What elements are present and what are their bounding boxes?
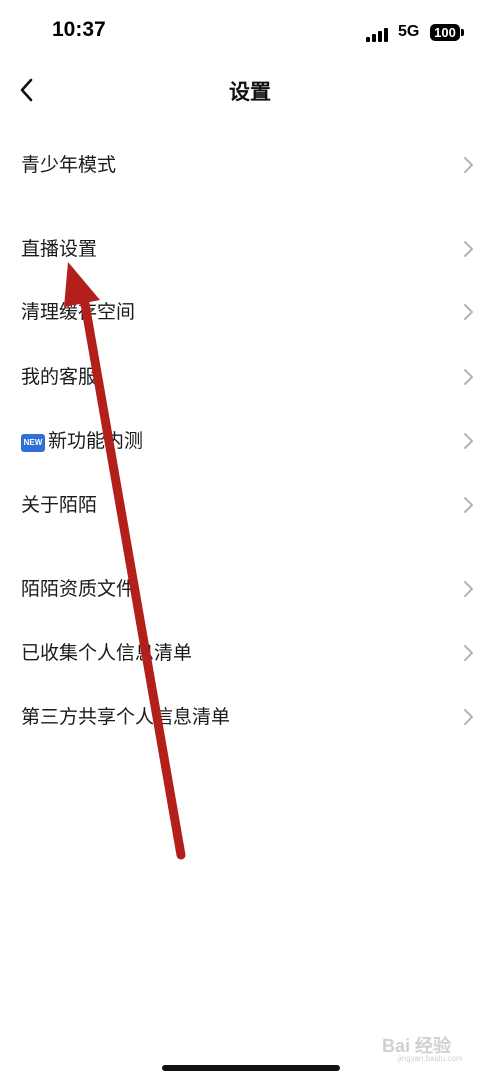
chevron-right-icon (464, 369, 473, 385)
settings-item-beta-features[interactable]: NEW 新功能内测 (0, 410, 500, 470)
settings-item-youth-mode[interactable]: 青少年模式 (0, 134, 500, 194)
settings-item-label: 已收集个人信息清单 (21, 642, 193, 664)
chevron-right-icon (464, 433, 473, 449)
settings-item-third-party-info[interactable]: 第三方共享个人信息清单 (0, 686, 500, 746)
settings-item-label: 我的客服 (21, 366, 98, 388)
settings-item-label: 第三方共享个人信息清单 (21, 706, 231, 728)
settings-item-label: 直播设置 (21, 238, 98, 260)
signal-icon (366, 26, 390, 42)
settings-item-label: 新功能内测 (48, 430, 144, 452)
chevron-right-icon (464, 709, 473, 725)
settings-item-qualification[interactable]: 陌陌资质文件 (0, 558, 500, 618)
watermark-url: jingyan.baidu.com (398, 1054, 463, 1063)
chevron-right-icon (464, 645, 473, 661)
settings-item-clear-cache[interactable]: 清理缓存空间 (0, 281, 500, 341)
network-type: 5G (398, 23, 420, 40)
settings-item-label: 青少年模式 (21, 154, 117, 176)
battery-icon: 100 (430, 24, 460, 41)
nav-bar: 设置 (0, 64, 500, 118)
settings-item-label: 陌陌资质文件 (21, 578, 136, 600)
status-bar: 10:37 5G 100 (0, 0, 500, 64)
chevron-right-icon (464, 304, 473, 320)
chevron-right-icon (464, 497, 473, 513)
settings-item-label: 清理缓存空间 (21, 301, 136, 323)
settings-item-label: 关于陌陌 (21, 494, 98, 516)
chevron-right-icon (464, 157, 473, 173)
settings-item-live-settings[interactable]: 直播设置 (0, 218, 500, 278)
chevron-right-icon (464, 241, 473, 257)
settings-item-about[interactable]: 关于陌陌 (0, 474, 500, 534)
battery-tip (461, 29, 464, 36)
settings-item-customer-service[interactable]: 我的客服 (0, 346, 500, 406)
settings-item-label-row: NEW 新功能内测 (21, 426, 143, 453)
page-title: 设置 (229, 80, 271, 104)
home-indicator[interactable] (162, 1065, 340, 1071)
status-time: 10:37 (52, 18, 106, 41)
new-badge-icon: NEW (21, 434, 45, 452)
settings-item-collected-info[interactable]: 已收集个人信息清单 (0, 622, 500, 682)
chevron-right-icon (464, 581, 473, 597)
